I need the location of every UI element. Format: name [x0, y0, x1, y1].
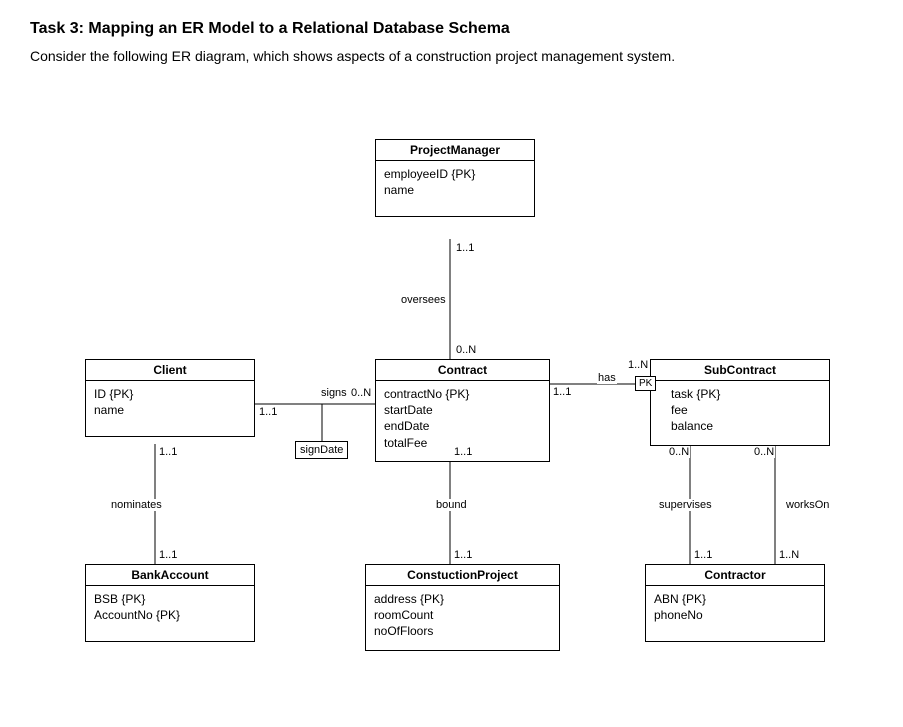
card-nominates-client: 1..1 [158, 446, 178, 458]
attr: contractNo {PK} [384, 386, 541, 402]
attr: AccountNo {PK} [94, 607, 246, 623]
card-bound-project: 1..1 [453, 549, 473, 561]
attr: BSB {PK} [94, 591, 246, 607]
entity-attrs: ABN {PK} phoneNo [646, 586, 824, 641]
entity-name: SubContract [651, 360, 829, 381]
attr: roomCount [374, 607, 551, 623]
rel-workson-label: worksOn [785, 499, 830, 511]
card-bound-contract: 1..1 [453, 446, 473, 458]
attr: endDate [384, 418, 541, 434]
entity-attrs: address {PK} roomCount noOfFloors [366, 586, 559, 650]
attr: balance [671, 418, 821, 434]
rel-nominates-label: nominates [110, 499, 163, 511]
attr: address {PK} [374, 591, 551, 607]
entity-attrs: ID {PK} name [86, 381, 254, 436]
rel-supervises-label: supervises [658, 499, 713, 511]
entity-name: BankAccount [86, 565, 254, 586]
task-intro: Consider the following ER diagram, which… [30, 48, 873, 64]
rel-has-pk: PK [635, 376, 656, 391]
rel-oversees-label: oversees [400, 294, 447, 306]
card-has-subcontract: 1..N [627, 359, 649, 371]
attr: ABN {PK} [654, 591, 816, 607]
attr: task {PK} [671, 386, 821, 402]
attr: employeeID {PK} [384, 166, 526, 182]
card-supervises-contractor: 1..1 [693, 549, 713, 561]
page: Task 3: Mapping an ER Model to a Relatio… [0, 0, 903, 727]
entity-attrs: BSB {PK} AccountNo {PK} [86, 586, 254, 641]
entity-construction-project: ConstuctionProject address {PK} roomCoun… [365, 564, 560, 651]
rel-signs-label: signs [320, 387, 348, 399]
entity-project-manager: ProjectManager employeeID {PK} name [375, 139, 535, 217]
attr: fee [671, 402, 821, 418]
attr: name [94, 402, 246, 418]
entity-client: Client ID {PK} name [85, 359, 255, 437]
card-workson-sub: 0..N [753, 446, 775, 458]
card-workson-contractor: 1..N [778, 549, 800, 561]
entity-bank-account: BankAccount BSB {PK} AccountNo {PK} [85, 564, 255, 642]
entity-name: Contract [376, 360, 549, 381]
card-oversees-contract: 0..N [455, 344, 477, 356]
card-nominates-bank: 1..1 [158, 549, 178, 561]
attr: ID {PK} [94, 386, 246, 402]
task-title: Task 3: Mapping an ER Model to a Relatio… [30, 20, 873, 38]
entity-name: Client [86, 360, 254, 381]
attr: startDate [384, 402, 541, 418]
rel-has-label: has [597, 372, 617, 384]
entity-name: ConstuctionProject [366, 565, 559, 586]
card-oversees-pm: 1..1 [455, 242, 475, 254]
entity-name: Contractor [646, 565, 824, 586]
card-supervises-sub: 0..N [668, 446, 690, 458]
card-signs-client: 1..1 [258, 406, 278, 418]
card-signs-contract: 0..N [350, 387, 372, 399]
entity-contractor: Contractor ABN {PK} phoneNo [645, 564, 825, 642]
rel-bound-label: bound [435, 499, 468, 511]
attr: noOfFloors [374, 623, 551, 639]
entity-name: ProjectManager [376, 140, 534, 161]
card-has-contract: 1..1 [552, 386, 572, 398]
attr: phoneNo [654, 607, 816, 623]
entity-attrs: task {PK} fee balance [651, 381, 829, 445]
er-diagram-canvas: ProjectManager employeeID {PK} name Clie… [30, 84, 873, 704]
entity-attrs: employeeID {PK} name [376, 161, 534, 216]
entity-subcontract: SubContract task {PK} fee balance [650, 359, 830, 446]
attr: name [384, 182, 526, 198]
rel-signs-attr: signDate [295, 441, 348, 459]
